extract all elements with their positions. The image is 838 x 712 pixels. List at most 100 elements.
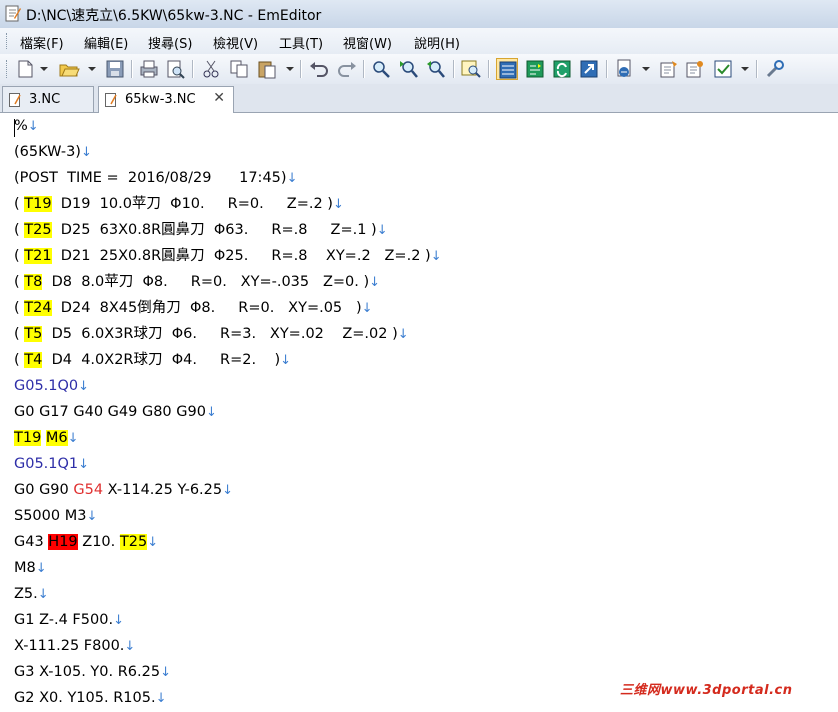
toolbar-grip[interactable] <box>6 60 10 78</box>
toolbar-separator <box>488 60 490 78</box>
code-text: ( <box>14 248 25 264</box>
code-text: G1 Z-.4 F500. <box>14 612 114 628</box>
print-icon[interactable] <box>138 58 160 80</box>
menu-bar: 檔案(F) 編輯(E) 搜尋(S) 檢視(V) 工具(T) 視窗(W) 說明(H… <box>0 28 838 54</box>
highlighted-token: T25 <box>119 534 148 550</box>
line-return-icon: ↓ <box>78 379 90 394</box>
code-text: G0 G17 G40 G49 G80 G90 <box>14 404 206 420</box>
print-preview-icon[interactable] <box>164 58 186 80</box>
menu-edit[interactable]: 編輯(E) <box>84 33 128 52</box>
colored-token: G54 <box>73 482 104 498</box>
code-line: ( T24 D24 8X45倒角刀 Φ8. R=0. XY=.05 )↓ <box>14 295 373 321</box>
line-return-icon: ↓ <box>147 535 159 550</box>
highlighted-token: T19 <box>24 196 52 212</box>
menu-view[interactable]: 檢視(V) <box>213 33 258 52</box>
highlight-icon[interactable] <box>460 58 482 80</box>
menu-window[interactable]: 視窗(W) <box>343 33 392 52</box>
code-text: ( <box>14 300 25 316</box>
line-return-icon: ↓ <box>369 275 381 290</box>
toolbar-separator <box>192 60 194 78</box>
save-icon[interactable] <box>104 58 126 80</box>
paste-icon[interactable] <box>256 58 278 80</box>
line-return-icon: ↓ <box>430 249 442 264</box>
encoding-icon[interactable] <box>614 58 636 80</box>
line-return-icon: ↓ <box>222 483 234 498</box>
refresh-icon[interactable] <box>551 58 573 80</box>
tab-65kw-3-nc[interactable]: 65kw-3.NC ✕ <box>98 86 234 113</box>
toolbar-separator <box>453 60 455 78</box>
code-line: G05.1Q0↓ <box>14 373 89 399</box>
code-line: G0 G17 G40 G49 G80 G90↓ <box>14 399 217 425</box>
paste-dropdown-icon[interactable] <box>286 67 294 71</box>
redo-icon[interactable] <box>336 58 358 80</box>
open-folder-icon[interactable] <box>58 58 80 80</box>
highlighted-token: T19 <box>14 430 42 446</box>
code-line: G43 H19 Z10. T25↓ <box>14 529 158 555</box>
code-text: G3 X-105. Y0. R6.25 <box>14 664 161 680</box>
code-text: (65KW-3) <box>14 144 81 160</box>
menu-grip[interactable] <box>6 33 10 49</box>
cut-icon[interactable] <box>200 58 222 80</box>
menu-file[interactable]: 檔案(F) <box>20 33 64 52</box>
close-icon[interactable]: ✕ <box>213 90 225 106</box>
checkbox-icon[interactable] <box>712 58 734 80</box>
text-caret <box>14 119 15 137</box>
encoding-dropdown-icon[interactable] <box>642 67 650 71</box>
code-text: ( <box>14 274 25 290</box>
toolbar-separator <box>131 60 133 78</box>
highlighted-token: T24 <box>24 300 52 316</box>
macro-icon[interactable] <box>684 58 706 80</box>
new-file-icon[interactable] <box>14 58 36 80</box>
menu-search[interactable]: 搜尋(S) <box>148 33 192 52</box>
line-return-icon: ↓ <box>332 197 344 212</box>
window-title: D:\NC\速克立\6.5KW\65kw-3.NC - EmEditor <box>26 8 322 24</box>
export-icon[interactable] <box>578 58 600 80</box>
document-icon <box>105 92 117 107</box>
tab-label: 65kw-3.NC <box>125 92 196 107</box>
new-file-dropdown-icon[interactable] <box>40 67 48 71</box>
open-dropdown-icon[interactable] <box>88 67 96 71</box>
line-return-icon: ↓ <box>35 561 47 576</box>
code-line: ( T25 D25 63X0.8R圓鼻刀 Φ63. R=.8 Z=.1 )↓ <box>14 217 388 243</box>
copy-icon[interactable] <box>228 58 250 80</box>
line-return-icon: ↓ <box>80 145 92 160</box>
highlighted-token: T25 <box>24 222 52 238</box>
highlighted-token: T5 <box>24 326 43 342</box>
code-line: S5000 M3↓ <box>14 503 97 529</box>
undo-icon[interactable] <box>308 58 330 80</box>
code-line: ( T5 D5 6.0X3R球刀 Φ6. R=3. XY=.02 Z=.02 )… <box>14 321 409 347</box>
menu-help[interactable]: 說明(H) <box>414 33 460 52</box>
tab-bar: 3.NC 65kw-3.NC ✕ <box>0 84 838 113</box>
code-line: X-111.25 F800.↓ <box>14 633 135 659</box>
line-return-icon: ↓ <box>376 223 388 238</box>
code-line: (65KW-3)↓ <box>14 139 92 165</box>
text-editor[interactable]: %↓ (65KW-3)↓ (POST TIME = 2016/08/29 17:45… <box>0 113 838 706</box>
code-text: G2 X0. Y105. R105. <box>14 690 156 706</box>
code-text: % <box>14 118 28 134</box>
tools-icon[interactable] <box>764 58 786 80</box>
word-wrap-icon[interactable] <box>496 58 518 80</box>
menu-tools[interactable]: 工具(T) <box>279 33 323 52</box>
tab-icon[interactable] <box>524 58 546 80</box>
emeditor-app-icon[interactable] <box>5 4 21 23</box>
toolbar-separator <box>756 60 758 78</box>
line-return-icon: ↓ <box>86 509 98 524</box>
line-return-icon: ↓ <box>160 665 171 680</box>
colored-token: G05.1Q1 <box>14 456 79 472</box>
tab-3-nc[interactable]: 3.NC <box>2 86 94 112</box>
colored-token: G05.1Q0 <box>14 378 79 394</box>
line-return-icon: ↓ <box>280 353 292 368</box>
toolbar-separator <box>300 60 302 78</box>
code-text: Z5. <box>14 586 38 602</box>
code-text: G0 G90 <box>14 482 74 498</box>
checkbox-dropdown-icon[interactable] <box>741 67 749 71</box>
properties-icon[interactable] <box>658 58 680 80</box>
code-text: ( <box>14 326 25 342</box>
find-next-icon[interactable] <box>398 58 420 80</box>
code-line: G0 G90 G54 X-114.25 Y-6.25↓ <box>14 477 233 503</box>
code-text: S5000 M3 <box>14 508 87 524</box>
code-text: ( <box>14 222 25 238</box>
find-icon[interactable] <box>370 58 392 80</box>
line-return-icon: ↓ <box>67 431 79 446</box>
find-prev-icon[interactable] <box>425 58 447 80</box>
